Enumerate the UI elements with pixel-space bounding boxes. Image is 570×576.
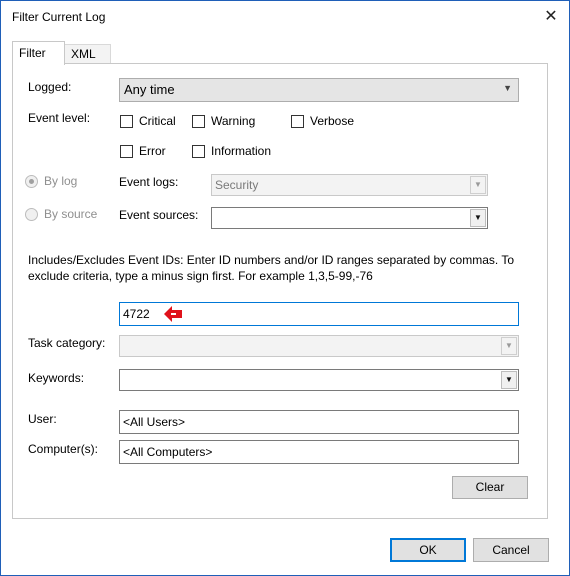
verbose-label: Verbose	[310, 114, 355, 128]
clear-button-label: Clear	[475, 480, 505, 494]
event-logs-dropdown[interactable]: Security ▼	[211, 174, 488, 196]
tab-xml[interactable]: XML	[64, 44, 111, 64]
cancel-button[interactable]: Cancel	[473, 538, 549, 562]
by-log-label: By log	[44, 174, 78, 188]
by-source-radio[interactable]	[25, 208, 38, 221]
by-log-radio[interactable]	[25, 175, 38, 188]
event-ids-value: 4722	[123, 307, 150, 321]
warning-checkbox[interactable]	[192, 115, 205, 128]
computer-label: Computer(s):	[28, 442, 99, 456]
ok-button[interactable]: OK	[390, 538, 466, 562]
filter-panel: Logged: Any time ▼ Event level: Critical…	[12, 63, 548, 519]
chevron-down-icon: ▼	[501, 337, 517, 355]
information-label: Information	[211, 144, 272, 158]
keywords-dropdown[interactable]: ▼	[119, 369, 519, 391]
user-input[interactable]: <All Users>	[119, 410, 519, 434]
task-category-dropdown[interactable]: ▼	[119, 335, 519, 357]
event-sources-label: Event sources:	[119, 208, 199, 222]
chevron-down-icon: ▼	[470, 209, 486, 227]
critical-label: Critical	[139, 114, 176, 128]
chevron-down-icon: ▼	[470, 176, 486, 194]
verbose-checkbox[interactable]	[291, 115, 304, 128]
user-value: <All Users>	[123, 415, 186, 429]
keywords-label: Keywords:	[28, 371, 85, 385]
computer-value: <All Computers>	[123, 445, 213, 459]
warning-label: Warning	[211, 114, 256, 128]
logged-value: Any time	[124, 82, 175, 97]
title-bar: Filter Current Log ✕	[1, 1, 569, 33]
by-source-label: By source	[44, 207, 98, 221]
close-icon[interactable]: ✕	[541, 7, 561, 27]
filter-dialog: Filter Current Log ✕ Filter XML Logged: …	[0, 0, 570, 576]
event-logs-value: Security	[215, 178, 259, 192]
event-ids-description: Includes/Excludes Event IDs: Enter ID nu…	[28, 253, 515, 283]
chevron-down-icon: ▼	[501, 371, 517, 389]
tab-filter[interactable]: Filter	[12, 41, 65, 65]
task-category-label: Task category:	[28, 336, 106, 350]
tab-filter-label: Filter	[19, 46, 46, 60]
window-title: Filter Current Log	[12, 10, 106, 24]
cancel-button-label: Cancel	[492, 543, 530, 557]
information-checkbox[interactable]	[192, 145, 205, 158]
critical-checkbox[interactable]	[120, 115, 133, 128]
error-label: Error	[139, 144, 166, 158]
arrow-left-marker-icon	[164, 306, 182, 322]
computer-input[interactable]: <All Computers>	[119, 440, 519, 464]
chevron-down-icon: ▼	[503, 83, 512, 93]
error-checkbox[interactable]	[120, 145, 133, 158]
user-label: User:	[28, 412, 57, 426]
event-logs-label: Event logs:	[119, 175, 179, 189]
event-sources-dropdown[interactable]: ▼	[211, 207, 488, 229]
event-level-label: Event level:	[28, 111, 91, 125]
clear-button[interactable]: Clear	[452, 476, 528, 499]
tab-xml-label: XML	[71, 47, 96, 61]
ok-button-label: OK	[419, 543, 437, 557]
logged-dropdown[interactable]: Any time ▼	[119, 78, 519, 102]
logged-label: Logged:	[28, 80, 72, 94]
